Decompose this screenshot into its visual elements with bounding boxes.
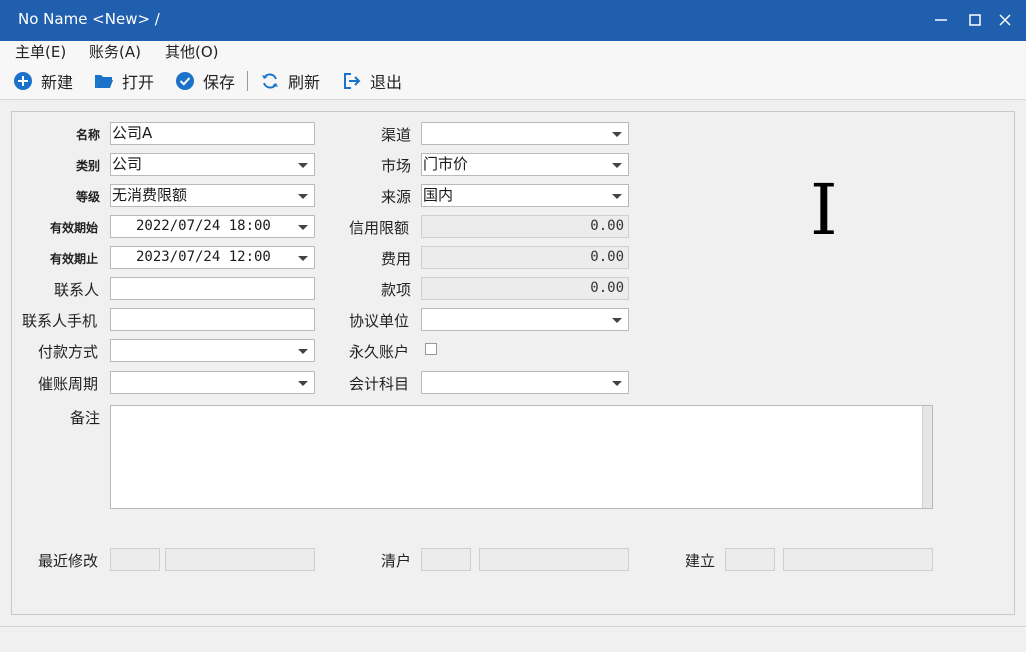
chevron-down-icon[interactable] (298, 381, 308, 386)
chevron-down-icon[interactable] (612, 318, 622, 323)
chevron-down-icon[interactable] (298, 163, 308, 168)
agreement-unit-select[interactable] (421, 308, 629, 331)
new-button-label: 新建 (41, 73, 74, 92)
check-circle-icon (176, 72, 194, 90)
chevron-down-icon[interactable] (298, 225, 308, 230)
chevron-down-icon[interactable] (298, 256, 308, 261)
permanent-account-checkbox[interactable] (425, 343, 437, 355)
folder-open-icon (95, 75, 113, 88)
last-modified-user-field (110, 548, 160, 571)
chevron-down-icon[interactable] (612, 194, 622, 199)
credit-limit-label: 信用限额 (349, 219, 410, 237)
category-select[interactable]: 公司 (110, 153, 315, 176)
source-label: 来源 (381, 188, 412, 206)
accounting-subject-label: 会计科目 (349, 375, 410, 393)
refresh-button[interactable]: 刷新 (260, 70, 320, 92)
payment-field: 0.00 (421, 277, 629, 300)
source-select[interactable]: 国内 (421, 184, 629, 207)
last-modified-label: 最近修改 (38, 552, 99, 570)
market-value: 门市价 (423, 155, 469, 173)
created-label: 建立 (685, 552, 716, 570)
valid-end-value: 2023/07/24 12:00 (136, 249, 271, 265)
clear-label: 清户 (381, 552, 412, 570)
source-value: 国内 (423, 186, 454, 204)
chevron-down-icon[interactable] (298, 349, 308, 354)
contact-phone-label: 联系人手机 (22, 312, 98, 330)
refresh-button-label: 刷新 (288, 73, 321, 92)
accounting-subject-select[interactable] (421, 371, 629, 394)
remarks-textarea[interactable] (110, 405, 933, 509)
name-input[interactable]: 公司A (110, 122, 315, 145)
save-button[interactable]: 保存 (175, 70, 235, 92)
plus-circle-icon (14, 72, 32, 90)
remarks-scrollbar[interactable] (922, 406, 932, 508)
text-cursor-icon: I (810, 169, 838, 251)
contact-phone-input[interactable] (110, 308, 315, 331)
valid-end-picker[interactable]: 2023/07/24 12:00 (110, 246, 315, 269)
agreement-unit-label: 协议单位 (349, 312, 410, 330)
close-icon[interactable] (993, 8, 1017, 32)
collection-period-label: 催账周期 (38, 375, 99, 393)
channel-label: 渠道 (381, 126, 412, 144)
payment-method-select[interactable] (110, 339, 315, 362)
title-bar: No Name <New> / (0, 0, 1026, 41)
valid-start-value: 2022/07/24 18:00 (136, 218, 271, 234)
menu-main[interactable]: 主单(E) (15, 41, 66, 62)
exit-button[interactable]: 退出 (342, 70, 402, 92)
clear-time-field (479, 548, 629, 571)
remarks-label: 备注 (70, 409, 101, 427)
maximize-icon[interactable] (963, 8, 987, 32)
open-button-label: 打开 (122, 73, 155, 92)
sign-out-icon (344, 73, 361, 89)
valid-start-picker[interactable]: 2022/07/24 18:00 (110, 215, 315, 238)
menu-bar: 主单(E) 账务(A) 其他(O) (0, 41, 1026, 62)
collection-period-select[interactable] (110, 371, 315, 394)
toolbar-separator (247, 71, 248, 91)
save-button-label: 保存 (203, 73, 236, 92)
chevron-down-icon[interactable] (612, 132, 622, 137)
chevron-down-icon[interactable] (298, 194, 308, 199)
last-modified-time-field (165, 548, 315, 571)
clear-user-field (421, 548, 471, 571)
valid-end-label: 有效期止 (50, 252, 99, 266)
market-select[interactable]: 门市价 (421, 153, 629, 176)
chevron-down-icon[interactable] (612, 381, 622, 386)
exit-button-label: 退出 (370, 73, 403, 92)
fee-label: 费用 (381, 250, 412, 268)
open-button[interactable]: 打开 (94, 70, 154, 92)
channel-select[interactable] (421, 122, 629, 145)
chevron-down-icon[interactable] (612, 163, 622, 168)
fee-field: 0.00 (421, 246, 629, 269)
level-select[interactable]: 无消费限额 (110, 184, 315, 207)
valid-start-label: 有效期始 (50, 221, 99, 235)
menu-accounting[interactable]: 账务(A) (89, 41, 141, 62)
refresh-icon (262, 73, 278, 89)
market-label: 市场 (381, 157, 412, 175)
created-time-field (783, 548, 933, 571)
status-bar (0, 626, 1026, 652)
contact-label: 联系人 (54, 281, 100, 299)
permanent-account-label: 永久账户 (349, 343, 410, 361)
minimize-icon[interactable] (929, 8, 953, 32)
toolbar: 新建 打开 保存 刷新 退出 (0, 62, 1026, 100)
level-value: 无消费限额 (112, 186, 188, 204)
category-label: 类别 (76, 159, 101, 173)
contact-input[interactable] (110, 277, 315, 300)
payment-method-label: 付款方式 (38, 343, 99, 361)
credit-limit-field: 0.00 (421, 215, 629, 238)
payment-label: 款项 (381, 281, 412, 299)
window-title: No Name <New> / (18, 10, 160, 28)
level-label: 等级 (76, 190, 101, 204)
new-button[interactable]: 新建 (13, 70, 73, 92)
created-user-field (725, 548, 775, 571)
category-value: 公司 (112, 155, 143, 173)
menu-other[interactable]: 其他(O) (165, 41, 219, 62)
name-label: 名称 (76, 128, 101, 142)
